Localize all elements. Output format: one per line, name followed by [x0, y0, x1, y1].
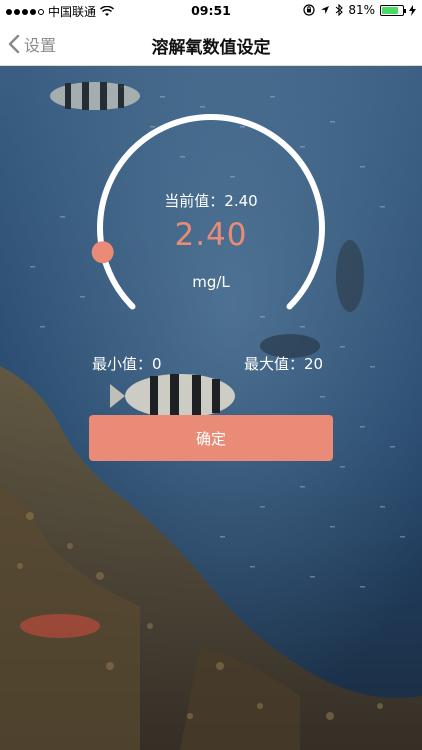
max-value-label: 最大值：20 — [244, 355, 324, 373]
confirm-button[interactable]: 确定 — [89, 415, 333, 461]
unit-label: mg/L — [192, 273, 230, 291]
battery-fill — [382, 6, 399, 14]
current-value-label: 当前值：2.40 — [164, 192, 258, 210]
nav-bar: 设置 溶解氧数值设定 — [0, 22, 422, 66]
current-value-display: 2.40 — [174, 217, 248, 253]
gauge: 当前值：2.40 2.40 mg/L 最小值：0 最大值：20 — [0, 66, 422, 386]
battery-percent: 81% — [348, 3, 375, 17]
min-value-label: 最小值：0 — [92, 355, 162, 373]
location-icon — [321, 6, 330, 14]
bluetooth-icon — [335, 4, 344, 16]
charging-icon — [409, 4, 416, 16]
page-title: 溶解氧数值设定 — [151, 38, 271, 58]
status-right: 81% — [303, 3, 416, 17]
status-bar: 中国联通 09:51 81% — [0, 0, 422, 22]
battery-icon — [380, 4, 406, 16]
screen-lock-icon — [303, 4, 315, 16]
